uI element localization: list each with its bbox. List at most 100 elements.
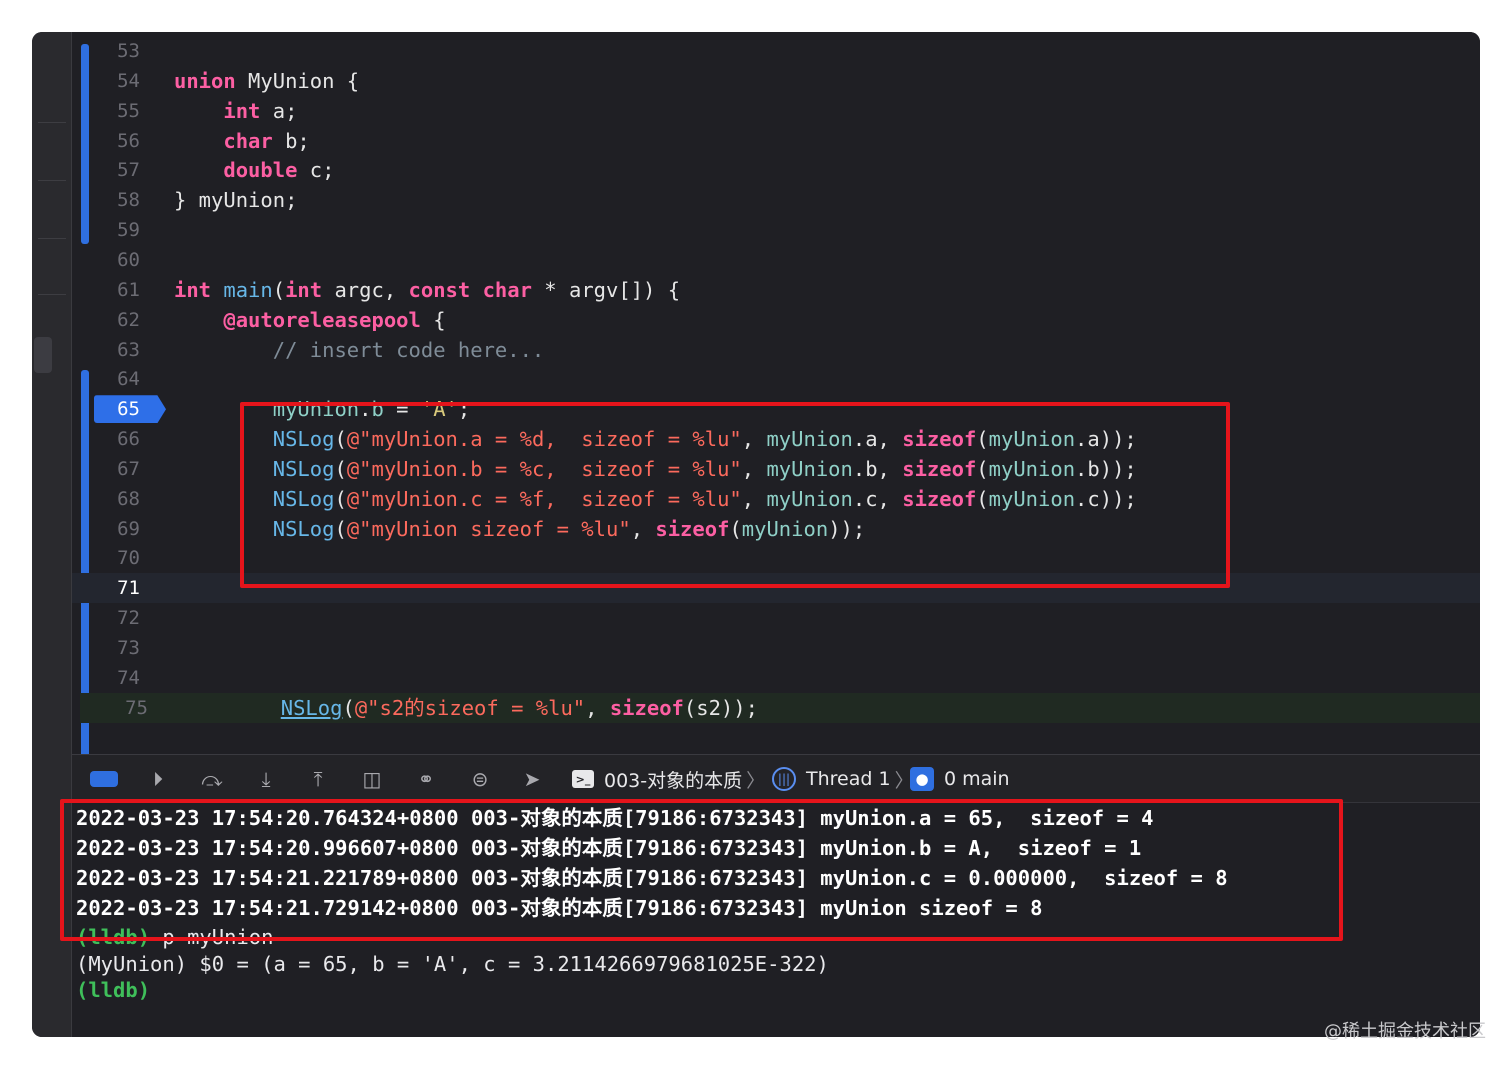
memory-graph-icon[interactable]: ⚭ bbox=[412, 765, 440, 793]
code-token: } myUnion; bbox=[174, 188, 298, 213]
code-editor[interactable]: 53 54 union MyUnion {55 int a; 56 char b; 57… bbox=[72, 32, 1480, 754]
code-token: union bbox=[174, 68, 236, 93]
code-line[interactable]: 60 bbox=[72, 245, 1480, 275]
watermark: @稀土掘金技术社区 bbox=[1324, 1021, 1486, 1042]
environment-icon[interactable]: ⊜ bbox=[466, 765, 494, 793]
code-line[interactable]: 55 int a; bbox=[72, 96, 1480, 126]
code-line[interactable]: 67 NSLog(@"myUnion.b = %c, sizeof = %lu"… bbox=[72, 454, 1480, 484]
environment-button[interactable]: ⊜ bbox=[466, 755, 494, 803]
code-line[interactable]: 66 NSLog(@"myUnion.a = %d, sizeof = %lu"… bbox=[72, 424, 1480, 454]
code-token: NSLog bbox=[272, 456, 335, 481]
line-number[interactable]: 73 bbox=[82, 633, 140, 663]
line-number[interactable]: 60 bbox=[82, 245, 140, 275]
lldb-input-prompt[interactable]: (lldb) bbox=[76, 975, 150, 1005]
code-text: } myUnion; bbox=[174, 185, 297, 215]
code-token: @"myUnion.c = %f, sizeof = %lu" bbox=[346, 486, 742, 511]
code-token: .b, bbox=[852, 456, 903, 481]
line-number[interactable]: 56 bbox=[82, 126, 140, 156]
code-line[interactable]: 56 char b; bbox=[72, 126, 1480, 156]
location-icon[interactable]: ➤ bbox=[518, 765, 546, 793]
view-hierarchy-icon[interactable]: ◫ bbox=[358, 765, 386, 793]
line-number[interactable]: 65 bbox=[82, 394, 140, 424]
code-line[interactable]: 62 @autoreleasepool { bbox=[72, 305, 1480, 335]
line-number[interactable]: 64 bbox=[82, 364, 140, 394]
continue-button[interactable]: ⏵ bbox=[144, 755, 172, 803]
code-line[interactable]: 54 union MyUnion { bbox=[72, 66, 1480, 96]
step-over-icon[interactable]: ⤼ bbox=[198, 765, 226, 793]
code-token: sizeof bbox=[609, 695, 684, 720]
line-number[interactable]: 72 bbox=[82, 603, 140, 633]
code-line[interactable]: 58 } myUnion; bbox=[72, 185, 1480, 215]
step-over-button[interactable]: ⤼ bbox=[198, 755, 226, 803]
line-number[interactable]: 58 bbox=[82, 185, 140, 215]
simulate-location-button[interactable]: ➤ bbox=[518, 755, 546, 803]
line-number[interactable]: 55 bbox=[82, 96, 140, 126]
code-line[interactable]: 75 NSLog(@"s2的sizeof = %lu", sizeof(s2))… bbox=[80, 692, 1480, 723]
line-number[interactable]: 74 bbox=[82, 663, 140, 693]
line-number[interactable]: 59 bbox=[82, 215, 140, 245]
line-number[interactable]: 67 bbox=[82, 454, 140, 484]
code-line[interactable]: 63 // insert code here... bbox=[72, 335, 1480, 365]
code-line[interactable]: 68 NSLog ( @"myUnion.c = %f, sizeof = %lu"… bbox=[72, 484, 1480, 514]
code-line[interactable]: 71 bbox=[72, 573, 1480, 604]
code-token: ; bbox=[457, 397, 471, 422]
step-out-icon[interactable]: ⤒ bbox=[304, 765, 332, 793]
code-token: NSLog bbox=[272, 427, 335, 452]
view-hierarchy-button[interactable]: ◫ bbox=[358, 755, 386, 803]
target-crumb[interactable]: >_ 003-对象的本质 〉 bbox=[572, 755, 769, 803]
code-token: .b)); bbox=[1075, 456, 1137, 481]
code-line[interactable]: 53 bbox=[72, 36, 1480, 66]
line-number[interactable]: 68 bbox=[82, 484, 140, 514]
step-into-button[interactable]: ⤓ bbox=[252, 755, 280, 803]
code-line[interactable]: 72 bbox=[72, 603, 1480, 633]
debug-console[interactable]: 2022-03-23 17:54:20.764324+0800 003-对象的本… bbox=[72, 803, 1480, 1037]
line-number[interactable]: 57 bbox=[82, 155, 140, 185]
code-text: double c; bbox=[174, 155, 334, 185]
code-line[interactable]: 73 bbox=[72, 633, 1480, 663]
code-line[interactable]: 70 bbox=[72, 543, 1480, 573]
line-number[interactable]: 71 bbox=[82, 573, 140, 603]
step-into-icon[interactable]: ⤓ bbox=[252, 765, 280, 793]
line-number[interactable]: 66 bbox=[82, 424, 140, 454]
line-number[interactable]: 54 bbox=[82, 66, 140, 96]
code-token: .c, bbox=[852, 486, 903, 511]
line-number[interactable]: 69 bbox=[82, 514, 140, 544]
breakpoints-toggle[interactable] bbox=[90, 755, 118, 803]
navigator-selection[interactable] bbox=[34, 337, 52, 373]
line-number[interactable]: 75 bbox=[90, 693, 148, 723]
code-token: ( bbox=[976, 486, 989, 511]
line-number[interactable]: 61 bbox=[82, 275, 140, 305]
code-line[interactable]: 61 int main(int argc, const char * argv[]… bbox=[72, 275, 1480, 305]
code-line[interactable]: 59 bbox=[72, 215, 1480, 245]
code-line[interactable]: 64 bbox=[72, 364, 1480, 394]
code-token: sizeof bbox=[655, 516, 730, 541]
step-out-button[interactable]: ⤒ bbox=[304, 755, 332, 803]
code-line[interactable]: 57 double c; bbox=[72, 155, 1480, 185]
code-line[interactable]: 65 myUnion.b = 'A'; bbox=[72, 394, 1480, 424]
thread-crumb[interactable]: ||| Thread 1 〉 bbox=[772, 755, 918, 803]
code-line[interactable]: 69 NSLog(@"myUnion sizeof = %lu", sizeof… bbox=[72, 514, 1480, 544]
code-text: int a; bbox=[174, 96, 297, 126]
code-token: @autoreleasepool bbox=[223, 307, 421, 332]
line-number[interactable]: 70 bbox=[82, 543, 140, 573]
line-number[interactable]: 62 bbox=[82, 305, 140, 335]
breakpoints-toggle-icon[interactable] bbox=[90, 771, 118, 787]
line-number[interactable]: 53 bbox=[82, 36, 140, 66]
line-number[interactable]: 63 bbox=[82, 335, 140, 365]
code-token: argc, bbox=[322, 277, 409, 302]
code-token: int bbox=[223, 98, 261, 123]
code-token: double bbox=[223, 158, 298, 183]
frame-crumb[interactable]: ● 0 main bbox=[910, 755, 1010, 803]
code-editor-content: 53 54 union MyUnion {55 int a; 56 char b; 57… bbox=[72, 32, 1480, 754]
code-line[interactable]: 74 bbox=[72, 663, 1480, 693]
code-text: int main(int argc, const char * argv[]) … bbox=[174, 275, 680, 305]
code-text: union MyUnion { bbox=[174, 66, 359, 96]
code-token: NSLog bbox=[272, 486, 335, 511]
continue-icon[interactable]: ⏵ bbox=[144, 765, 172, 793]
memory-graph-button[interactable]: ⚭ bbox=[412, 755, 440, 803]
